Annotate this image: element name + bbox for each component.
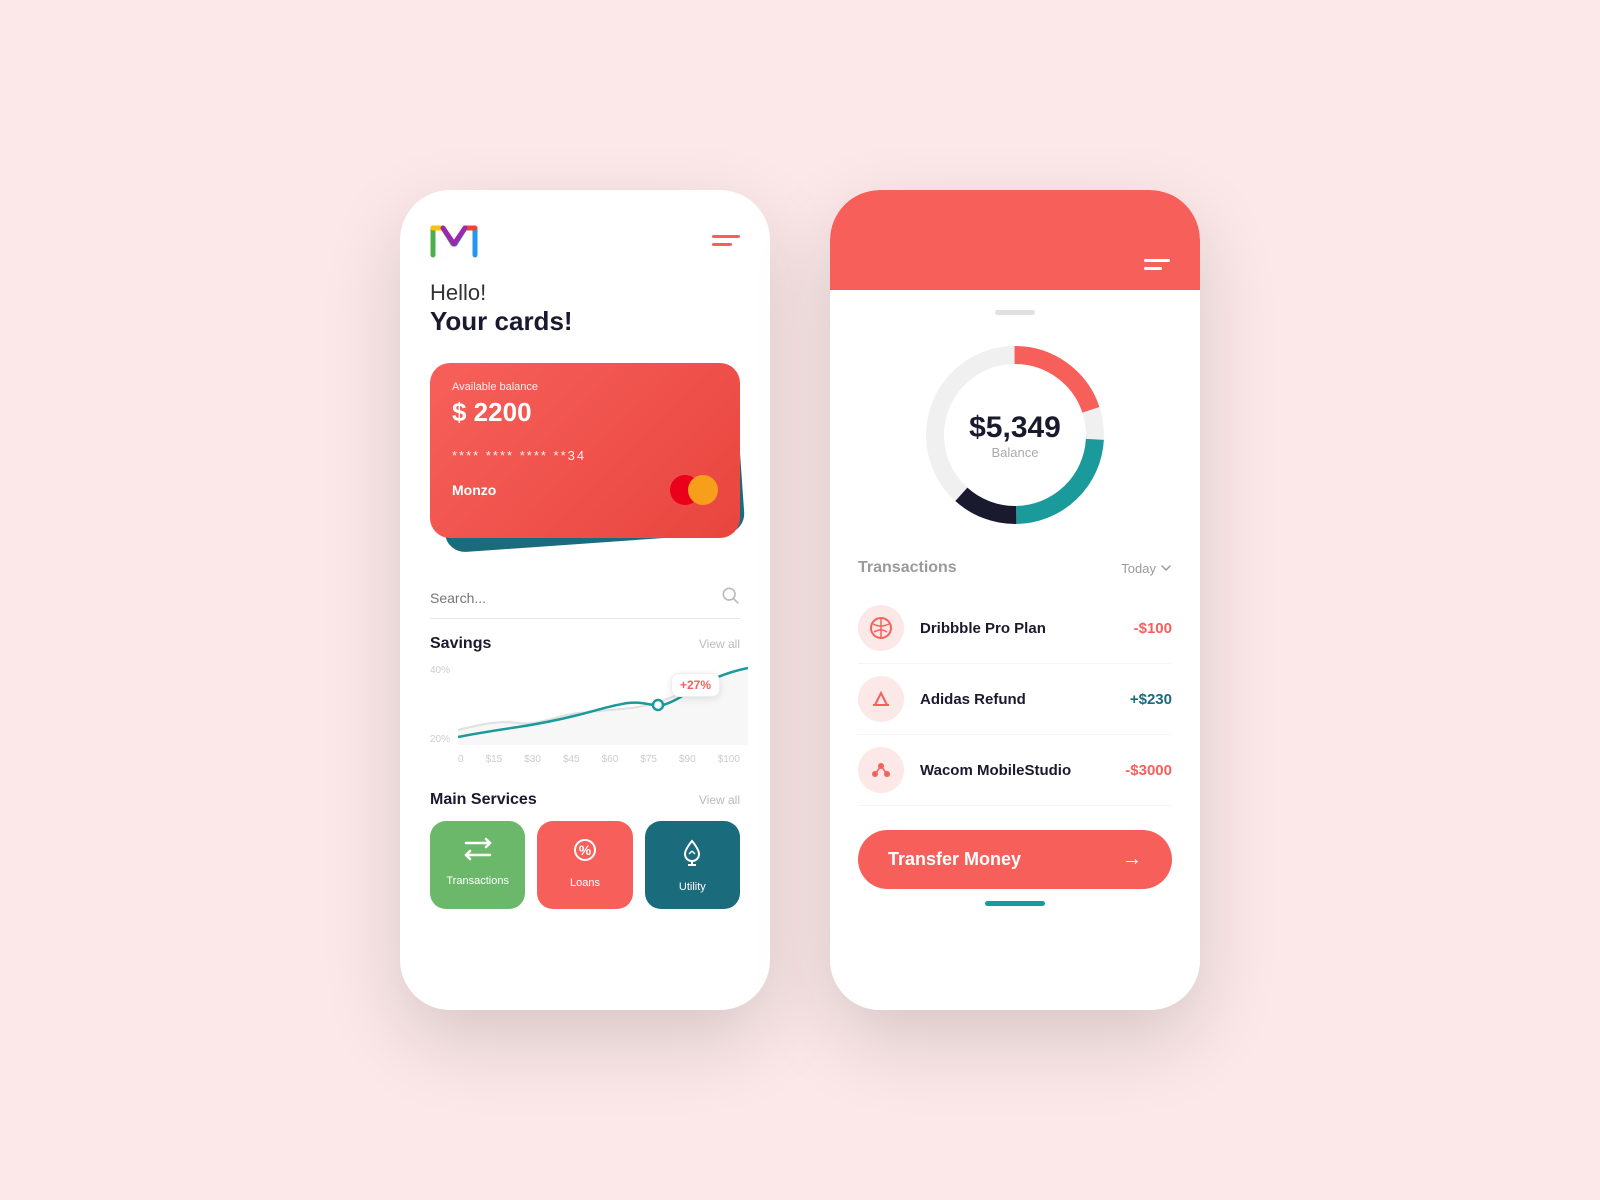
svg-text:%: % bbox=[579, 842, 592, 858]
chart-y-label-40: 40% bbox=[430, 665, 450, 676]
loans-icon: % bbox=[572, 837, 598, 869]
savings-header: Savings View all bbox=[430, 635, 740, 653]
transactions-icon bbox=[464, 837, 492, 867]
dribbble-icon bbox=[858, 605, 904, 651]
adidas-name: Adidas Refund bbox=[920, 691, 1114, 708]
savings-title: Savings bbox=[430, 635, 491, 653]
services-view-all[interactable]: View all bbox=[699, 793, 740, 807]
card-balance: $ 2200 bbox=[452, 397, 718, 428]
chart-x-labels: 0 $15 $30 $45 $60 $75 $90 $100 bbox=[458, 754, 740, 765]
card-front[interactable]: Available balance $ 2200 **** **** **** … bbox=[430, 363, 740, 538]
chart-x-60: $60 bbox=[602, 754, 619, 765]
wacom-icon bbox=[858, 747, 904, 793]
phones-container: Hello! Your cards! Available balance $ 2… bbox=[400, 190, 1200, 1010]
chart-y-labels: 40% 20% bbox=[430, 665, 450, 745]
services-header: Main Services View all bbox=[430, 791, 740, 809]
hamburger-icon[interactable] bbox=[712, 235, 740, 246]
greeting: Hello! Your cards! bbox=[430, 280, 740, 337]
transaction-wacom[interactable]: Wacom MobileStudio -$3000 bbox=[858, 735, 1172, 806]
phone1: Hello! Your cards! Available balance $ 2… bbox=[400, 190, 770, 1010]
chart-x-75: $75 bbox=[640, 754, 657, 765]
transfer-arrow-icon: → bbox=[1122, 848, 1142, 871]
greeting-line1: Hello! bbox=[430, 280, 740, 306]
chart-x-30: $30 bbox=[524, 754, 541, 765]
card-stack: Available balance $ 2200 **** **** **** … bbox=[430, 353, 740, 553]
services-grid: Transactions % Loans bbox=[430, 821, 740, 909]
dribbble-name: Dribbble Pro Plan bbox=[920, 620, 1118, 637]
card-bottom: Monzo bbox=[452, 475, 718, 505]
adidas-icon bbox=[858, 676, 904, 722]
service-loans-label: Loans bbox=[570, 877, 600, 889]
utility-icon bbox=[679, 837, 705, 873]
home-indicator bbox=[985, 901, 1045, 906]
transactions-header: Transactions Today bbox=[858, 559, 1172, 577]
wacom-amount: -$3000 bbox=[1125, 762, 1172, 779]
transaction-dribbble[interactable]: Dribbble Pro Plan -$100 bbox=[858, 593, 1172, 664]
transactions-filter[interactable]: Today bbox=[1121, 561, 1172, 576]
dribbble-amount: -$100 bbox=[1134, 620, 1172, 637]
adidas-amount: +$230 bbox=[1130, 691, 1172, 708]
phone2-notch bbox=[995, 310, 1035, 315]
phone2-body: $5,349 Balance Transactions Today bbox=[830, 290, 1200, 1010]
donut-center: $5,349 Balance bbox=[969, 411, 1061, 460]
service-utility[interactable]: Utility bbox=[645, 821, 740, 909]
card-name: Monzo bbox=[452, 482, 496, 498]
card-label: Available balance bbox=[452, 381, 718, 393]
phone2-hamburger-icon[interactable] bbox=[1144, 259, 1170, 270]
logo-icon bbox=[430, 220, 478, 260]
mastercard-logo bbox=[670, 475, 718, 505]
savings-view-all[interactable]: View all bbox=[699, 637, 740, 651]
transfer-money-button[interactable]: Transfer Money → bbox=[858, 830, 1172, 889]
chart-x-90: $90 bbox=[679, 754, 696, 765]
search-icon bbox=[720, 585, 740, 610]
transaction-adidas[interactable]: Adidas Refund +$230 bbox=[858, 664, 1172, 735]
chart-y-label-20: 20% bbox=[430, 734, 450, 745]
balance-amount: $5,349 bbox=[969, 411, 1061, 445]
search-input[interactable] bbox=[430, 590, 720, 606]
service-transactions-label: Transactions bbox=[446, 875, 509, 887]
transfer-money-label: Transfer Money bbox=[888, 849, 1021, 870]
service-loans[interactable]: % Loans bbox=[537, 821, 632, 909]
mc-circle-orange bbox=[688, 475, 718, 505]
chart-x-15: $15 bbox=[486, 754, 503, 765]
card-number: **** **** **** **34 bbox=[452, 448, 718, 463]
phone2-header bbox=[830, 190, 1200, 290]
wacom-name: Wacom MobileStudio bbox=[920, 762, 1109, 779]
chart-container: 40% 20% +27% 0 bbox=[430, 665, 740, 775]
chart-tooltip: +27% bbox=[671, 673, 720, 697]
chart-svg-wrap: +27% bbox=[458, 665, 740, 750]
phone1-header bbox=[430, 220, 740, 260]
search-bar[interactable] bbox=[430, 577, 740, 619]
service-transactions[interactable]: Transactions bbox=[430, 821, 525, 909]
greeting-line2: Your cards! bbox=[430, 306, 740, 337]
service-utility-label: Utility bbox=[679, 881, 706, 893]
balance-label: Balance bbox=[969, 445, 1061, 460]
transactions-title: Transactions bbox=[858, 559, 957, 577]
services-title: Main Services bbox=[430, 791, 537, 809]
chart-x-45: $45 bbox=[563, 754, 580, 765]
chart-x-0: 0 bbox=[458, 754, 464, 765]
phone1-content: Hello! Your cards! Available balance $ 2… bbox=[400, 190, 770, 1010]
phone2: $5,349 Balance Transactions Today bbox=[830, 190, 1200, 1010]
donut-chart-container: $5,349 Balance bbox=[858, 335, 1172, 535]
chart-x-100: $100 bbox=[718, 754, 740, 765]
